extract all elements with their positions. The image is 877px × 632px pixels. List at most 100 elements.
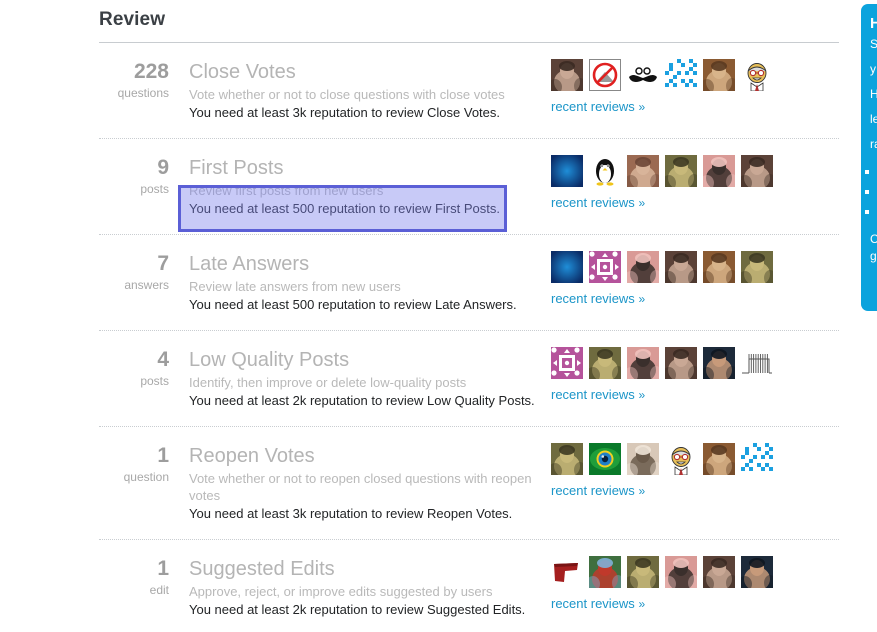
review-row: 1 edit Suggested Edits Approve, reject, or …: [99, 540, 839, 632]
avatar-cartoon-face-glasses[interactable]: [665, 443, 697, 475]
side-panel-foot1: C: [870, 232, 877, 246]
avatar-identicon-blue[interactable]: [741, 443, 773, 475]
avatar-penguin[interactable]: [589, 155, 621, 187]
avatar-photo-giraffe[interactable]: [627, 556, 659, 588]
review-row: 9 posts First Posts Review first posts from…: [99, 139, 839, 234]
side-panel-line2: y: [870, 62, 876, 76]
avatar-photo-cat[interactable]: [703, 59, 735, 91]
review-task-description: Vote whether or not to reopen closed que…: [189, 471, 532, 503]
avatar-photo-woman-curly[interactable]: [551, 59, 583, 91]
chevron-double-right-icon: »: [638, 484, 646, 498]
review-task-link[interactable]: First Posts: [189, 156, 549, 180]
recent-reviews-link[interactable]: recent reviews »: [551, 387, 645, 403]
avatar-strip: [551, 155, 801, 187]
review-avatar-column: recent reviews »: [551, 556, 801, 613]
review-count: 1: [157, 444, 169, 467]
review-task-link[interactable]: Suggested Edits: [189, 557, 549, 581]
review-task-link[interactable]: Low Quality Posts: [189, 348, 549, 372]
review-count-label: question: [123, 470, 169, 484]
review-task-description: Vote whether or not to close questions w…: [189, 87, 505, 102]
avatar-strip: [551, 347, 801, 379]
avatar-photo-giraffe[interactable]: [589, 347, 621, 379]
review-row: 7 answers Late Answers Review late answers …: [99, 235, 839, 330]
review-text-column: Late Answers Review late answers from new…: [169, 252, 549, 314]
side-panel-bullets: [870, 161, 877, 221]
side-panel-line4: le: [870, 112, 877, 126]
avatar-strip: [551, 251, 801, 283]
review-task-requirement: You need at least 2k reputation to revie…: [189, 602, 526, 617]
avatar-green-eye[interactable]: [589, 443, 621, 475]
review-text-column: Suggested Edits Approve, reject, or impro…: [169, 557, 549, 619]
review-count: 7: [157, 252, 169, 275]
avatar-photo-man-lake[interactable]: [589, 556, 621, 588]
recent-reviews-label: recent reviews: [551, 387, 635, 402]
review-task-list: 228 questions Close Votes Vote whether or n…: [99, 43, 839, 632]
chevron-double-right-icon: »: [638, 388, 646, 402]
avatar-photo-glasses[interactable]: [627, 443, 659, 475]
review-task-link[interactable]: Late Answers: [189, 252, 549, 276]
review-task-link[interactable]: Reopen Votes: [189, 444, 549, 468]
review-row: 4 posts Low Quality Posts Identify, then im…: [99, 331, 839, 426]
chevron-double-right-icon: »: [638, 100, 646, 114]
avatar-photo-man-pink[interactable]: [665, 556, 697, 588]
recent-reviews-link[interactable]: recent reviews »: [551, 483, 645, 499]
avatar-photo-man-brick[interactable]: [627, 155, 659, 187]
avatar-identicon-blue[interactable]: [665, 59, 697, 91]
avatar-blue-radial[interactable]: [551, 155, 583, 187]
review-avatar-column: recent reviews »: [551, 347, 801, 404]
review-task-requirement: You need at least 500 reputation to revi…: [189, 201, 500, 216]
review-count: 1: [157, 557, 169, 580]
recent-reviews-label: recent reviews: [551, 483, 635, 498]
avatar-photo-giraffe[interactable]: [665, 155, 697, 187]
avatar-photo-man-pink[interactable]: [627, 251, 659, 283]
page-title: Review: [99, 9, 166, 30]
review-task-requirement: You need at least 3k reputation to revie…: [189, 506, 513, 521]
avatar-moustache[interactable]: [627, 59, 659, 91]
avatar-photo-giraffe[interactable]: [741, 251, 773, 283]
avatar-cartoon-face-glasses[interactable]: [741, 59, 773, 91]
recent-reviews-link[interactable]: recent reviews »: [551, 596, 645, 612]
avatar-photo-man-cap[interactable]: [741, 556, 773, 588]
review-task-description: Approve, reject, or improve edits sugges…: [189, 584, 493, 599]
chevron-double-right-icon: »: [638, 196, 646, 210]
avatar-photo-cat[interactable]: [703, 443, 735, 475]
avatar-spike-train-plot[interactable]: [741, 347, 773, 379]
review-task-link[interactable]: Close Votes: [189, 60, 549, 84]
avatar-photo-giraffe[interactable]: [551, 443, 583, 475]
recent-reviews-link[interactable]: recent reviews »: [551, 195, 645, 211]
avatar-photo-woman-curly[interactable]: [665, 347, 697, 379]
avatar-photo-man-pink[interactable]: [703, 155, 735, 187]
review-row: 1 question Reopen Votes Vote whether or not…: [99, 427, 839, 539]
side-panel-foot2: g: [870, 249, 877, 263]
recent-reviews-label: recent reviews: [551, 195, 635, 210]
avatar-no-swimming-sign[interactable]: [589, 59, 621, 91]
avatar-photo-man-pink[interactable]: [627, 347, 659, 379]
review-avatar-column: recent reviews »: [551, 443, 801, 500]
review-avatar-column: recent reviews »: [551, 59, 801, 116]
chevron-double-right-icon: »: [638, 597, 646, 611]
avatar-strip: [551, 59, 801, 91]
side-help-panel[interactable]: H S y H le ra C g: [861, 4, 877, 311]
review-count-label: answers: [124, 278, 169, 292]
avatar-photo-man-cap[interactable]: [703, 347, 735, 379]
review-row: 228 questions Close Votes Vote whether or n…: [99, 43, 839, 138]
avatar-photo-cat[interactable]: [703, 251, 735, 283]
avatar-identicon-pink[interactable]: [589, 251, 621, 283]
recent-reviews-link[interactable]: recent reviews »: [551, 291, 645, 307]
review-avatar-column: recent reviews »: [551, 155, 801, 212]
recent-reviews-label: recent reviews: [551, 99, 635, 114]
review-text-column: Low Quality Posts Identify, then improve …: [169, 348, 549, 410]
side-panel-line5: ra: [870, 137, 877, 151]
side-panel-line3: H: [870, 87, 877, 101]
avatar-blue-radial[interactable]: [551, 251, 583, 283]
review-task-requirement: You need at least 500 reputation to revi…: [189, 297, 517, 312]
avatar-red-shape[interactable]: [551, 556, 583, 588]
avatar-identicon-pink[interactable]: [551, 347, 583, 379]
avatar-photo-woman-curly[interactable]: [665, 251, 697, 283]
recent-reviews-link[interactable]: recent reviews »: [551, 99, 645, 115]
avatar-photo-woman-curly[interactable]: [703, 556, 735, 588]
review-count-label: posts: [140, 374, 169, 388]
review-task-description: Identify, then improve or delete low-qua…: [189, 375, 467, 390]
avatar-photo-woman-curly[interactable]: [741, 155, 773, 187]
review-text-column: First Posts Review first posts from new u…: [169, 156, 549, 218]
